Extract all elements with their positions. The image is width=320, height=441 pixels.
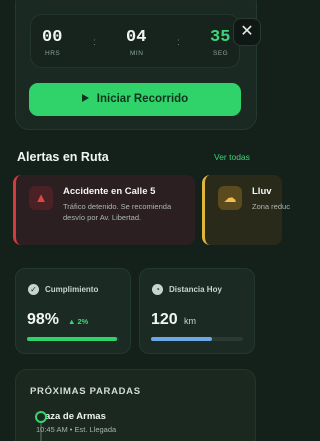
timer-separator: : xyxy=(93,37,96,48)
trend-up-icon: ▲ xyxy=(68,317,78,326)
play-icon xyxy=(81,94,89,102)
alert-title: Lluv xyxy=(252,186,272,197)
timer-minutes-label: MIN xyxy=(130,50,144,57)
timer-seconds: 35 xyxy=(210,28,231,47)
timer-hours: 00 xyxy=(42,28,63,47)
start-route-label: Iniciar Recorrido xyxy=(96,93,189,105)
stop-marker-icon xyxy=(35,411,47,423)
speedometer-icon: ◔ xyxy=(152,284,163,295)
distance-label: Distancia Hoy xyxy=(169,285,222,294)
distance-stat-card: ◔ Distancia Hoy 120 km xyxy=(139,268,255,354)
distance-value: 120 xyxy=(151,311,178,328)
compliance-value: 98% xyxy=(27,311,60,328)
timer-separator: : xyxy=(177,37,180,48)
close-icon: ✕ xyxy=(240,23,254,40)
close-button[interactable]: ✕ xyxy=(233,18,261,46)
timer-minutes: 04 xyxy=(126,28,147,47)
alert-description: Zona reduc xyxy=(252,202,290,211)
compliance-progress-fill xyxy=(27,337,118,341)
stop-arrival-meta: 10:45 AM • Est. Llegada xyxy=(36,425,117,434)
alert-description: Tráfico detenido. Se recomienda desvío p… xyxy=(63,202,172,222)
alert-title: Accidente en Calle 5 xyxy=(63,186,156,197)
alert-card-accident[interactable]: ▲ Accidente en Calle 5 Tráfico detenido.… xyxy=(13,175,195,245)
compliance-trend: ▲ 2% xyxy=(68,317,88,326)
distance-progress-fill xyxy=(151,337,212,341)
upcoming-stops-card: PRÓXIMAS PARADAS Plaza de Armas 10:45 AM… xyxy=(15,369,256,441)
alerts-title: Alertas en Ruta xyxy=(17,150,109,164)
timer-seconds-label: SEG xyxy=(213,50,229,57)
start-route-button[interactable]: Iniciar Recorrido xyxy=(29,83,241,116)
rain-cloud-icon: ☁ xyxy=(218,186,242,210)
compliance-trend-value: 2% xyxy=(77,317,89,326)
distance-progress-bar xyxy=(151,337,243,341)
compliance-stat-card: ✓ Cumplimiento 98% ▲ 2% xyxy=(15,268,131,354)
elapsed-timer: 00 HRS : 04 MIN : 35 SEG xyxy=(30,14,240,68)
upcoming-stops-title: PRÓXIMAS PARADAS xyxy=(30,386,141,397)
warning-icon: ▲ xyxy=(29,186,53,210)
distance-unit: km xyxy=(184,316,196,326)
compliance-label: Cumplimiento xyxy=(45,285,99,294)
check-circle-icon: ✓ xyxy=(28,284,39,295)
see-all-alerts-link[interactable]: Ver todas xyxy=(214,152,250,162)
timer-hours-label: HRS xyxy=(45,50,61,57)
alert-card-rain[interactable]: ☁ Lluv Zona reduc xyxy=(202,175,290,245)
compliance-progress-bar xyxy=(27,337,119,341)
